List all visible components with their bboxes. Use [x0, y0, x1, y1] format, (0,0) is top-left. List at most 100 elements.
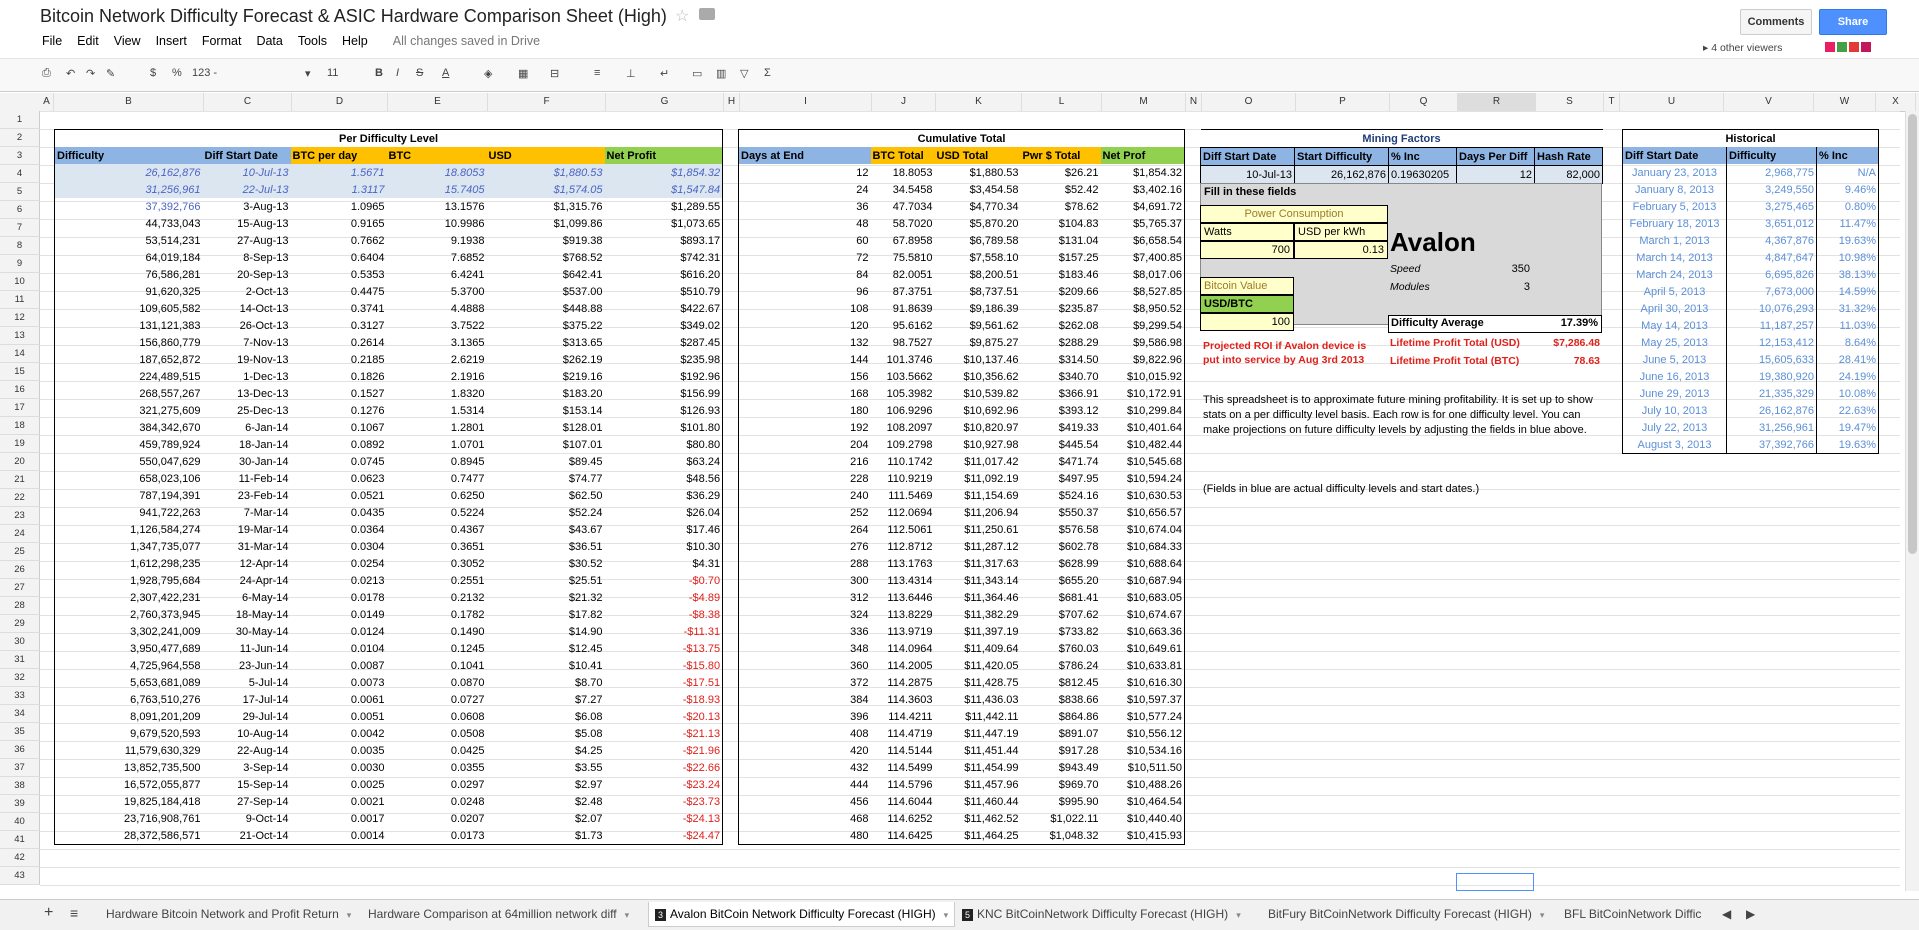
table-cell[interactable]: $11,436.03: [935, 691, 1021, 708]
table-cell[interactable]: 2,968,775: [1726, 164, 1817, 181]
table-cell[interactable]: 268,557,267: [55, 385, 203, 402]
table-cell[interactable]: $9,561.62: [935, 317, 1021, 334]
print-icon[interactable]: ⎙: [42, 67, 51, 80]
table-cell[interactable]: 132: [739, 334, 871, 351]
table-cell[interactable]: 0.0608: [387, 708, 487, 725]
add-sheet-icon[interactable]: +: [38, 902, 59, 926]
column-header[interactable]: J: [872, 93, 936, 111]
table-cell[interactable]: 12-Apr-14: [203, 555, 291, 572]
table-cell[interactable]: 82.0051: [871, 266, 935, 283]
table-cell[interactable]: $1,880.53: [935, 164, 1021, 181]
table-cell[interactable]: $681.41: [1021, 589, 1101, 606]
table-cell[interactable]: 0.1826: [291, 368, 387, 385]
table-cell[interactable]: 22-Aug-14: [203, 742, 291, 759]
table-cell[interactable]: 0.0297: [387, 776, 487, 793]
table-cell[interactable]: 36: [739, 198, 871, 215]
table-cell[interactable]: 0.0051: [291, 708, 387, 725]
column-header[interactable]: T: [1604, 93, 1620, 111]
table-cell[interactable]: 941,722,263: [55, 504, 203, 521]
table-cell[interactable]: July 22, 2013: [1622, 419, 1727, 436]
table-cell[interactable]: 0.1527: [291, 385, 387, 402]
table-cell[interactable]: 20-Sep-13: [203, 266, 291, 283]
table-cell[interactable]: $10,556.12: [1101, 725, 1185, 742]
table-cell[interactable]: $6,789.58: [935, 232, 1021, 249]
table-cell[interactable]: -$17.51: [605, 674, 723, 691]
table-cell[interactable]: $471.74: [1021, 453, 1101, 470]
table-cell[interactable]: 7-Nov-13: [203, 334, 291, 351]
tab-dropdown-icon[interactable]: ▾: [1236, 910, 1241, 920]
table-cell[interactable]: $9,299.54: [1101, 317, 1185, 334]
table-cell[interactable]: $628.99: [1021, 555, 1101, 572]
table-cell[interactable]: 288: [739, 555, 871, 572]
table-cell[interactable]: 34.5458: [871, 181, 935, 198]
row-header[interactable]: 20: [0, 453, 40, 471]
table-cell[interactable]: 114.6425: [871, 827, 935, 845]
table-cell[interactable]: 10.9986: [387, 215, 487, 232]
table-cell[interactable]: -$24.13: [605, 810, 723, 827]
table-cell[interactable]: $366.91: [1021, 385, 1101, 402]
fill-color-icon[interactable]: ◈: [484, 67, 492, 80]
row-header[interactable]: 15: [0, 363, 40, 381]
table-cell[interactable]: 0.0087: [291, 657, 387, 674]
table-cell[interactable]: March 1, 2013: [1622, 232, 1727, 249]
table-cell[interactable]: $8,737.51: [935, 283, 1021, 300]
table-cell[interactable]: $10,401.64: [1101, 419, 1185, 436]
table-cell[interactable]: 0.8945: [387, 453, 487, 470]
table-cell[interactable]: -$8.38: [605, 606, 723, 623]
table-cell[interactable]: 0.0073: [291, 674, 387, 691]
column-header[interactable]: K: [936, 93, 1022, 111]
table-cell[interactable]: 9-Oct-14: [203, 810, 291, 827]
table-cell[interactable]: $107.01: [487, 436, 605, 453]
table-cell[interactable]: 114.2005: [871, 657, 935, 674]
column-header[interactable]: U: [1620, 93, 1724, 111]
table-cell[interactable]: $288.29: [1021, 334, 1101, 351]
all-sheets-icon[interactable]: ≡: [64, 902, 84, 926]
row-header[interactable]: 3: [0, 147, 40, 165]
row-header[interactable]: 4: [0, 165, 40, 183]
table-cell[interactable]: 0.0870: [387, 674, 487, 691]
table-cell[interactable]: 113.1763: [871, 555, 935, 572]
table-cell[interactable]: 114.4719: [871, 725, 935, 742]
table-cell[interactable]: $128.01: [487, 419, 605, 436]
table-cell[interactable]: 14-Oct-13: [203, 300, 291, 317]
table-cell[interactable]: 96: [739, 283, 871, 300]
table-cell[interactable]: 0.0173: [387, 827, 487, 845]
table-cell[interactable]: 10-Aug-14: [203, 725, 291, 742]
table-cell[interactable]: $11,382.29: [935, 606, 1021, 623]
table-cell[interactable]: $642.41: [487, 266, 605, 283]
table-cell[interactable]: 1.8320: [387, 385, 487, 402]
table-cell[interactable]: $209.66: [1021, 283, 1101, 300]
vertical-scrollbar[interactable]: [1905, 111, 1919, 891]
table-cell[interactable]: 1.0965: [291, 198, 387, 215]
table-cell[interactable]: 1.5314: [387, 402, 487, 419]
table-cell[interactable]: 2-Oct-13: [203, 283, 291, 300]
table-cell[interactable]: 1,126,584,274: [55, 521, 203, 538]
table-cell[interactable]: 468: [739, 810, 871, 827]
table-cell[interactable]: $6,658.54: [1101, 232, 1185, 249]
column-header[interactable]: S: [1536, 93, 1604, 111]
table-cell[interactable]: 30-Jan-14: [203, 453, 291, 470]
table-cell[interactable]: $11,092.19: [935, 470, 1021, 487]
table-cell[interactable]: 420: [739, 742, 871, 759]
row-header[interactable]: 30: [0, 633, 40, 651]
share-button[interactable]: Share: [1819, 9, 1887, 35]
table-cell[interactable]: $8.70: [487, 674, 605, 691]
table-cell[interactable]: 37,392,766: [1726, 436, 1817, 454]
row-header[interactable]: 38: [0, 777, 40, 795]
table-cell[interactable]: $17.82: [487, 606, 605, 623]
table-cell[interactable]: $10,663.36: [1101, 623, 1185, 640]
table-cell[interactable]: June 5, 2013: [1622, 351, 1727, 368]
table-cell[interactable]: 19-Nov-13: [203, 351, 291, 368]
table-cell[interactable]: -$4.89: [605, 589, 723, 606]
table-cell[interactable]: $2.97: [487, 776, 605, 793]
table-cell[interactable]: 112.0694: [871, 504, 935, 521]
undo-icon[interactable]: ↶: [66, 67, 75, 80]
table-cell[interactable]: $101.80: [605, 419, 723, 436]
table-cell[interactable]: $9,822.96: [1101, 351, 1185, 368]
table-cell[interactable]: $7.27: [487, 691, 605, 708]
table-cell[interactable]: $1,022.11: [1021, 810, 1101, 827]
table-cell[interactable]: 1.0701: [387, 436, 487, 453]
table-cell[interactable]: 1.5671: [291, 164, 387, 181]
table-cell[interactable]: $10.30: [605, 538, 723, 555]
table-cell[interactable]: $11,464.25: [935, 827, 1021, 845]
